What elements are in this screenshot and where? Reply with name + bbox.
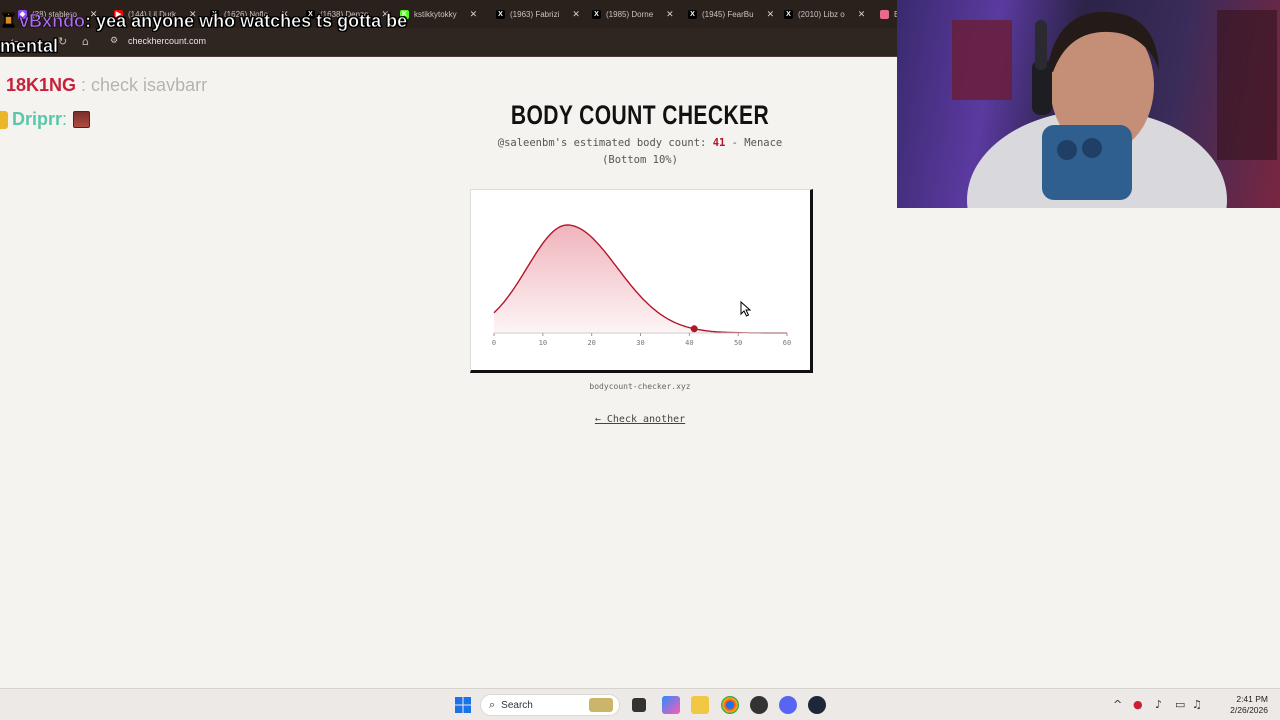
browser-tab[interactable]: X (2010) Libz o ✕ xyxy=(784,4,865,24)
network-icon[interactable]: ▭ xyxy=(1175,698,1185,711)
volume-icon[interactable]: ♫ xyxy=(1192,698,1202,711)
user-count-marker xyxy=(690,325,698,333)
chat-message: ♜ vBxndo: yea anyone who watches ts gotta… xyxy=(0,9,470,58)
clock-date: 2/26/2026 xyxy=(1230,705,1268,715)
microphone-icon[interactable]: ♪ xyxy=(1155,698,1162,711)
chrome-icon[interactable] xyxy=(721,696,739,714)
webcam-image xyxy=(952,10,1277,208)
chat-text: : check isavbarr xyxy=(76,75,208,95)
tab-favicon-icon xyxy=(880,9,889,19)
summary-prefix: @saleenbm's estimated body count: xyxy=(497,137,713,149)
x-tick-label: 60 xyxy=(783,339,791,347)
webcam-feed xyxy=(897,0,1280,208)
tab-favicon-icon: X xyxy=(688,9,697,19)
file-explorer-icon[interactable] xyxy=(691,696,709,714)
chat-username: vBxndo xyxy=(19,11,86,32)
browser-tab[interactable]: X (1985) Dorne ✕ xyxy=(592,4,674,24)
result-summary: @saleenbm's estimated body count: 41 - M… xyxy=(480,135,800,169)
tab-favicon-icon: X xyxy=(592,9,601,19)
x-tick-label: 20 xyxy=(587,339,595,347)
emote-icon xyxy=(73,111,91,128)
browser-tab[interactable]: X (1945) FearBu ✕ xyxy=(688,4,774,24)
x-tick-label: 0 xyxy=(492,339,496,347)
app-icon[interactable] xyxy=(750,696,768,714)
chat-text: : xyxy=(62,109,68,129)
distribution-chart: 0 10 20 30 40 50 60 xyxy=(492,224,791,347)
crown-badge-icon: ♜ xyxy=(0,11,18,33)
page-title: BODY COUNT CHECKER xyxy=(510,100,770,130)
tab-label: (1985) Dorne xyxy=(606,9,654,19)
tab-close-icon[interactable]: ✕ xyxy=(767,9,775,20)
tab-favicon-icon: X xyxy=(784,9,793,19)
search-icon: ⌕ xyxy=(489,698,496,711)
clock-time: 2:41 PM xyxy=(1236,694,1268,704)
mouse-cursor-icon xyxy=(740,301,752,317)
steam-icon[interactable] xyxy=(808,696,826,714)
chat-username: Driprr xyxy=(12,109,63,129)
tab-favicon-icon: X xyxy=(496,9,505,19)
tab-label: (2010) Libz o xyxy=(798,9,845,19)
chat-message: 18K1NG : check isavbarr xyxy=(6,75,207,96)
tray-app-icon[interactable]: ● xyxy=(1133,698,1143,711)
tab-close-icon[interactable]: ✕ xyxy=(666,9,674,20)
copilot-icon[interactable] xyxy=(662,696,680,714)
x-tick-label: 30 xyxy=(636,339,644,347)
tab-label: (1945) FearBu xyxy=(702,9,754,19)
site-domain-label: bodycount-checker.xyz xyxy=(589,382,691,391)
discord-icon[interactable] xyxy=(779,696,797,714)
summary-suffix: - Menace xyxy=(725,137,783,149)
body-count-value: 41 xyxy=(712,137,726,149)
system-clock[interactable]: 2:41 PM 2/26/2026 xyxy=(1230,694,1268,716)
task-view-icon[interactable] xyxy=(632,698,646,712)
search-highlight-icon xyxy=(589,698,613,712)
x-tick-label: 50 xyxy=(734,339,742,347)
taskbar: ⌕ Search ^ ● ♪ ▭ ♫ 2:41 PM 2/26/2026 xyxy=(0,688,1280,720)
x-tick-label: 40 xyxy=(685,339,693,347)
distribution-chart-card: 0 10 20 30 40 50 60 xyxy=(470,189,813,373)
subscriber-badge-icon xyxy=(0,110,8,129)
browser-tab[interactable]: X (1963) Fabrizi ✕ xyxy=(496,4,580,24)
tab-close-icon[interactable]: ✕ xyxy=(858,9,866,20)
taskbar-search[interactable]: ⌕ Search xyxy=(480,694,620,716)
windows-start-icon[interactable] xyxy=(454,696,472,714)
percentile-text: (Bottom 10%) xyxy=(602,154,678,166)
check-another-link[interactable]: ← Check another xyxy=(540,414,740,425)
x-tick-label: 10 xyxy=(539,339,547,347)
taskbar-search-label: Search xyxy=(501,699,533,711)
chat-username: 18K1NG xyxy=(6,75,77,95)
tab-close-icon[interactable]: ✕ xyxy=(470,9,478,20)
tray-overflow-icon[interactable]: ^ xyxy=(1113,698,1122,711)
tab-close-icon[interactable]: ✕ xyxy=(572,9,580,20)
chat-message: Driprr : xyxy=(0,109,91,130)
tab-label: (1963) Fabrizi xyxy=(510,9,560,19)
